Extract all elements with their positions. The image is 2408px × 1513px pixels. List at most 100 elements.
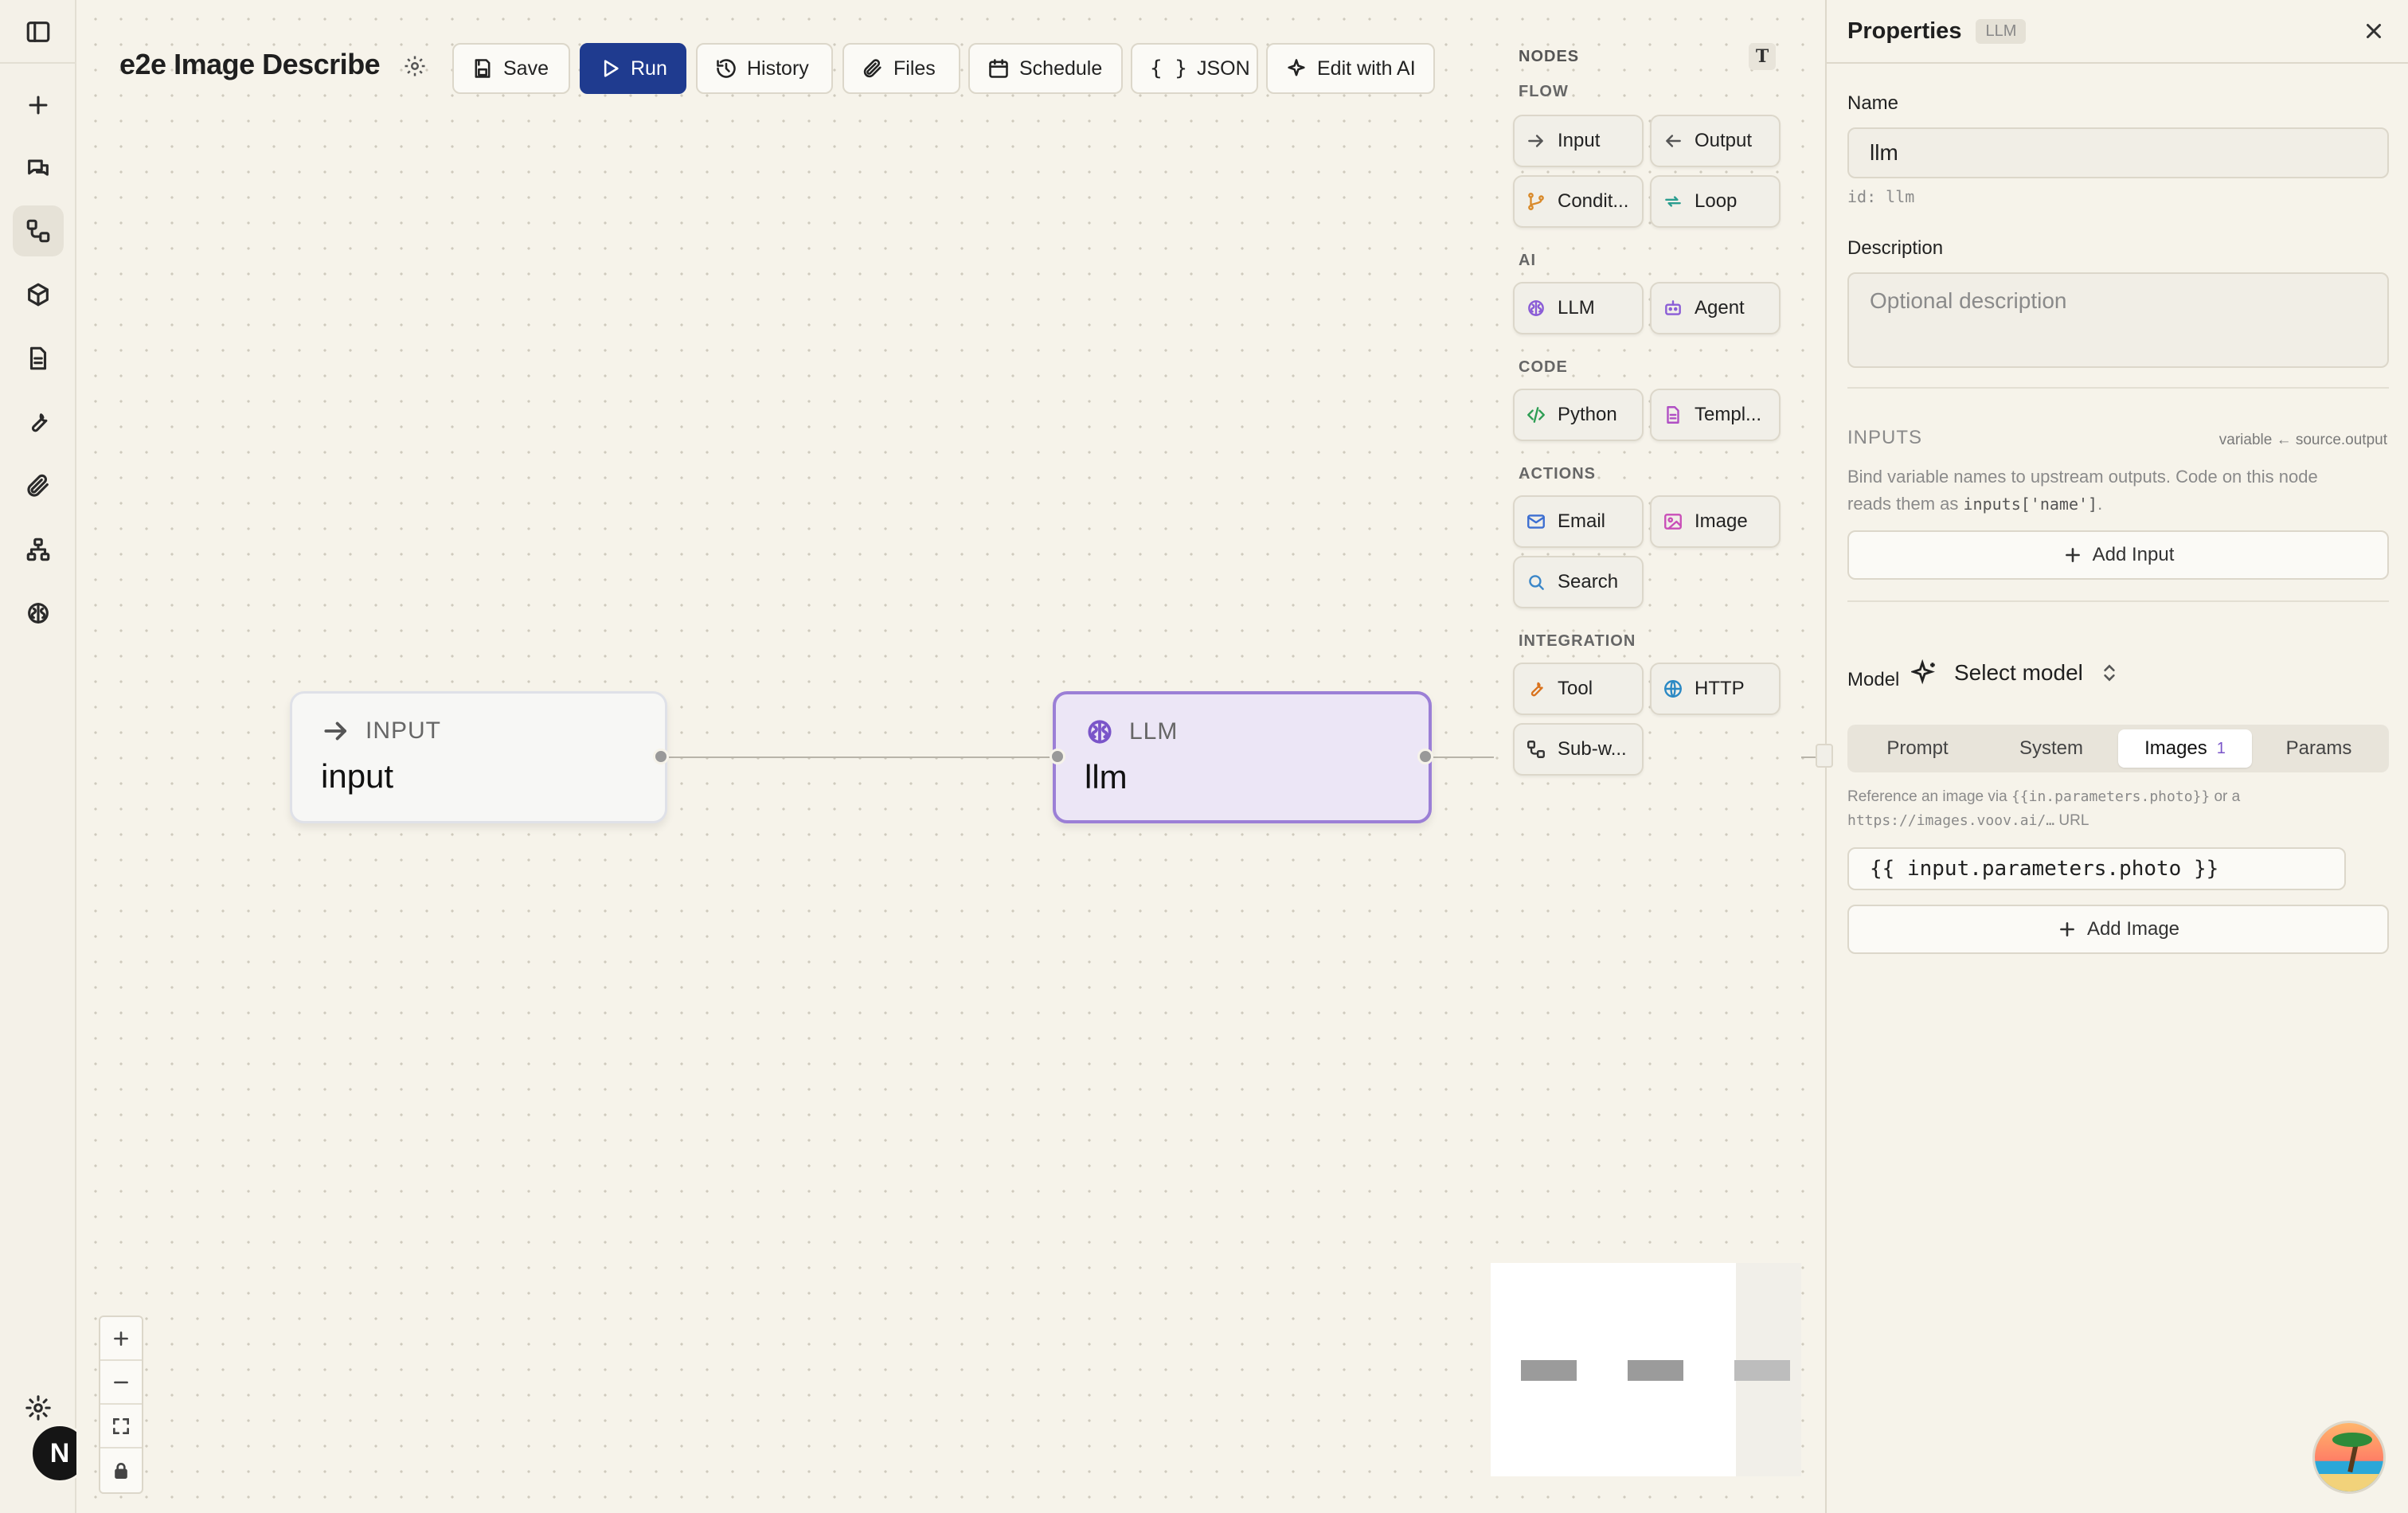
zoom-in-button[interactable] bbox=[100, 1317, 142, 1361]
tab-system[interactable]: System bbox=[1984, 729, 2118, 768]
output-port-handle[interactable] bbox=[653, 749, 669, 764]
name-label: Name bbox=[1847, 92, 1899, 114]
tab-prompt[interactable]: Prompt bbox=[1851, 729, 1984, 768]
history-button[interactable]: History bbox=[696, 43, 833, 94]
paperclip-icon[interactable] bbox=[13, 460, 64, 511]
palette-llm[interactable]: LLM bbox=[1513, 282, 1644, 334]
tab-images[interactable]: Images 1 bbox=[2118, 729, 2252, 768]
schedule-button[interactable]: Schedule bbox=[968, 43, 1123, 94]
save-button[interactable]: Save bbox=[452, 43, 570, 94]
node-name-label: input bbox=[321, 757, 394, 795]
arrow-right-icon bbox=[324, 721, 346, 741]
history-icon bbox=[717, 59, 736, 78]
node-type-label: LLM bbox=[1129, 718, 1179, 745]
palette-condition-label: Condit... bbox=[1558, 190, 1629, 212]
files-button[interactable]: Files bbox=[842, 43, 960, 94]
workflow-settings-icon[interactable] bbox=[403, 54, 427, 78]
palette-python[interactable]: Python bbox=[1513, 389, 1644, 441]
palette-subworkflow-label: Sub-w... bbox=[1558, 738, 1627, 760]
palette-agent[interactable]: Agent bbox=[1650, 282, 1781, 334]
json-button[interactable]: { } JSON bbox=[1131, 43, 1258, 94]
rail-divider bbox=[0, 62, 76, 64]
lock-button[interactable] bbox=[100, 1448, 142, 1492]
tab-params[interactable]: Params bbox=[2252, 729, 2386, 768]
text-toggle-icon[interactable]: T bbox=[1749, 43, 1776, 70]
tab-system-label: System bbox=[2019, 737, 2083, 759]
git-branch-icon bbox=[1528, 193, 1544, 210]
palette-input-label: Input bbox=[1558, 130, 1601, 151]
palette-email[interactable]: Email bbox=[1513, 495, 1644, 548]
properties-title: Properties bbox=[1847, 18, 1962, 44]
brain-icon bbox=[1088, 720, 1112, 744]
divider bbox=[1847, 387, 2389, 389]
palette-input[interactable]: Input bbox=[1513, 115, 1644, 167]
save-icon bbox=[475, 59, 491, 78]
inputs-help-line2: reads them as inputs['name']. bbox=[1847, 491, 2102, 518]
workflow-title[interactable]: e2e Image Describe bbox=[119, 48, 381, 81]
node-id-text: id: llm bbox=[1847, 187, 1915, 206]
zoom-out-button[interactable] bbox=[100, 1361, 142, 1405]
palette-image[interactable]: Image bbox=[1650, 495, 1781, 548]
history-label: History bbox=[747, 57, 809, 80]
palette-search[interactable]: Search bbox=[1513, 556, 1644, 608]
fit-view-button[interactable] bbox=[100, 1405, 142, 1448]
toggle-sidebar-icon[interactable] bbox=[13, 6, 64, 57]
close-icon[interactable] bbox=[2362, 19, 2386, 43]
model-label: Model bbox=[1847, 669, 1900, 690]
images-help-text: or a bbox=[2210, 788, 2241, 805]
palette-loop[interactable]: Loop bbox=[1650, 175, 1781, 228]
palette-condition[interactable]: Condit... bbox=[1513, 175, 1644, 228]
name-field[interactable]: llm bbox=[1847, 127, 2389, 178]
images-help-line2: https://images.voov.ai/… URL bbox=[1847, 809, 2089, 833]
node-type-label: INPUT bbox=[366, 717, 441, 744]
properties-panel: Properties LLM Name llm id: llm Descript… bbox=[1825, 0, 2408, 1513]
palette-email-label: Email bbox=[1558, 510, 1606, 532]
wrench-icon bbox=[1530, 682, 1543, 697]
run-button[interactable]: Run bbox=[580, 43, 686, 94]
node-type-badge: LLM bbox=[1976, 18, 2027, 44]
search-icon bbox=[1529, 575, 1544, 590]
run-label: Run bbox=[631, 57, 667, 80]
tab-prompt-label: Prompt bbox=[1886, 737, 1949, 759]
beach-widget-icon[interactable] bbox=[2312, 1421, 2386, 1494]
palette-output[interactable]: Output bbox=[1650, 115, 1781, 167]
wrench-icon[interactable] bbox=[13, 397, 64, 448]
palette-subworkflow[interactable]: Sub-w... bbox=[1513, 723, 1644, 776]
section-actions: ACTIONS bbox=[1519, 465, 1596, 483]
inputs-section-label: INPUTS bbox=[1847, 427, 1923, 448]
description-textarea[interactable]: Optional description bbox=[1847, 272, 2389, 368]
chat-icon[interactable] bbox=[13, 143, 64, 194]
workflow-icon[interactable] bbox=[13, 205, 64, 256]
plus-icon bbox=[2065, 548, 2080, 562]
palette-tool[interactable]: Tool bbox=[1513, 663, 1644, 715]
panel-resize-handle[interactable] bbox=[1816, 744, 1833, 768]
section-integration: INTEGRATION bbox=[1519, 632, 1636, 650]
document-icon[interactable] bbox=[13, 333, 64, 384]
input-port-handle[interactable] bbox=[1050, 749, 1065, 764]
add-image-button[interactable]: Add Image bbox=[1847, 905, 2389, 954]
edit-ai-label: Edit with AI bbox=[1317, 57, 1416, 80]
palette-http[interactable]: HTTP bbox=[1650, 663, 1781, 715]
output-port-handle[interactable] bbox=[1417, 749, 1433, 764]
palette-template[interactable]: Templ... bbox=[1650, 389, 1781, 441]
new-plus-icon[interactable] bbox=[13, 80, 64, 131]
palette-output-label: Output bbox=[1695, 130, 1753, 151]
plus-icon bbox=[114, 1331, 128, 1346]
node-input[interactable]: INPUT input bbox=[290, 691, 667, 823]
minimap[interactable] bbox=[1491, 1263, 1801, 1476]
bot-icon bbox=[1665, 300, 1681, 315]
edit-with-ai-button[interactable]: Edit with AI bbox=[1266, 43, 1435, 94]
brain-icon[interactable] bbox=[13, 588, 64, 639]
edge-llm-out bbox=[1433, 756, 1494, 758]
inputs-help-text: reads them as bbox=[1847, 494, 1964, 514]
schedule-label: Schedule bbox=[1019, 57, 1103, 80]
images-help-code: {{in.parameters.photo}} bbox=[2011, 788, 2211, 805]
palette-image-label: Image bbox=[1695, 510, 1748, 532]
package-icon[interactable] bbox=[13, 269, 64, 320]
hierarchy-icon[interactable] bbox=[13, 524, 64, 575]
node-llm[interactable]: LLM llm bbox=[1053, 691, 1432, 823]
model-selector[interactable]: Select model bbox=[1911, 659, 2120, 686]
paperclip-icon bbox=[863, 59, 882, 78]
add-input-button[interactable]: Add Input bbox=[1847, 530, 2389, 580]
image-reference-input[interactable]: {{ input.parameters.photo }} bbox=[1847, 847, 2346, 890]
